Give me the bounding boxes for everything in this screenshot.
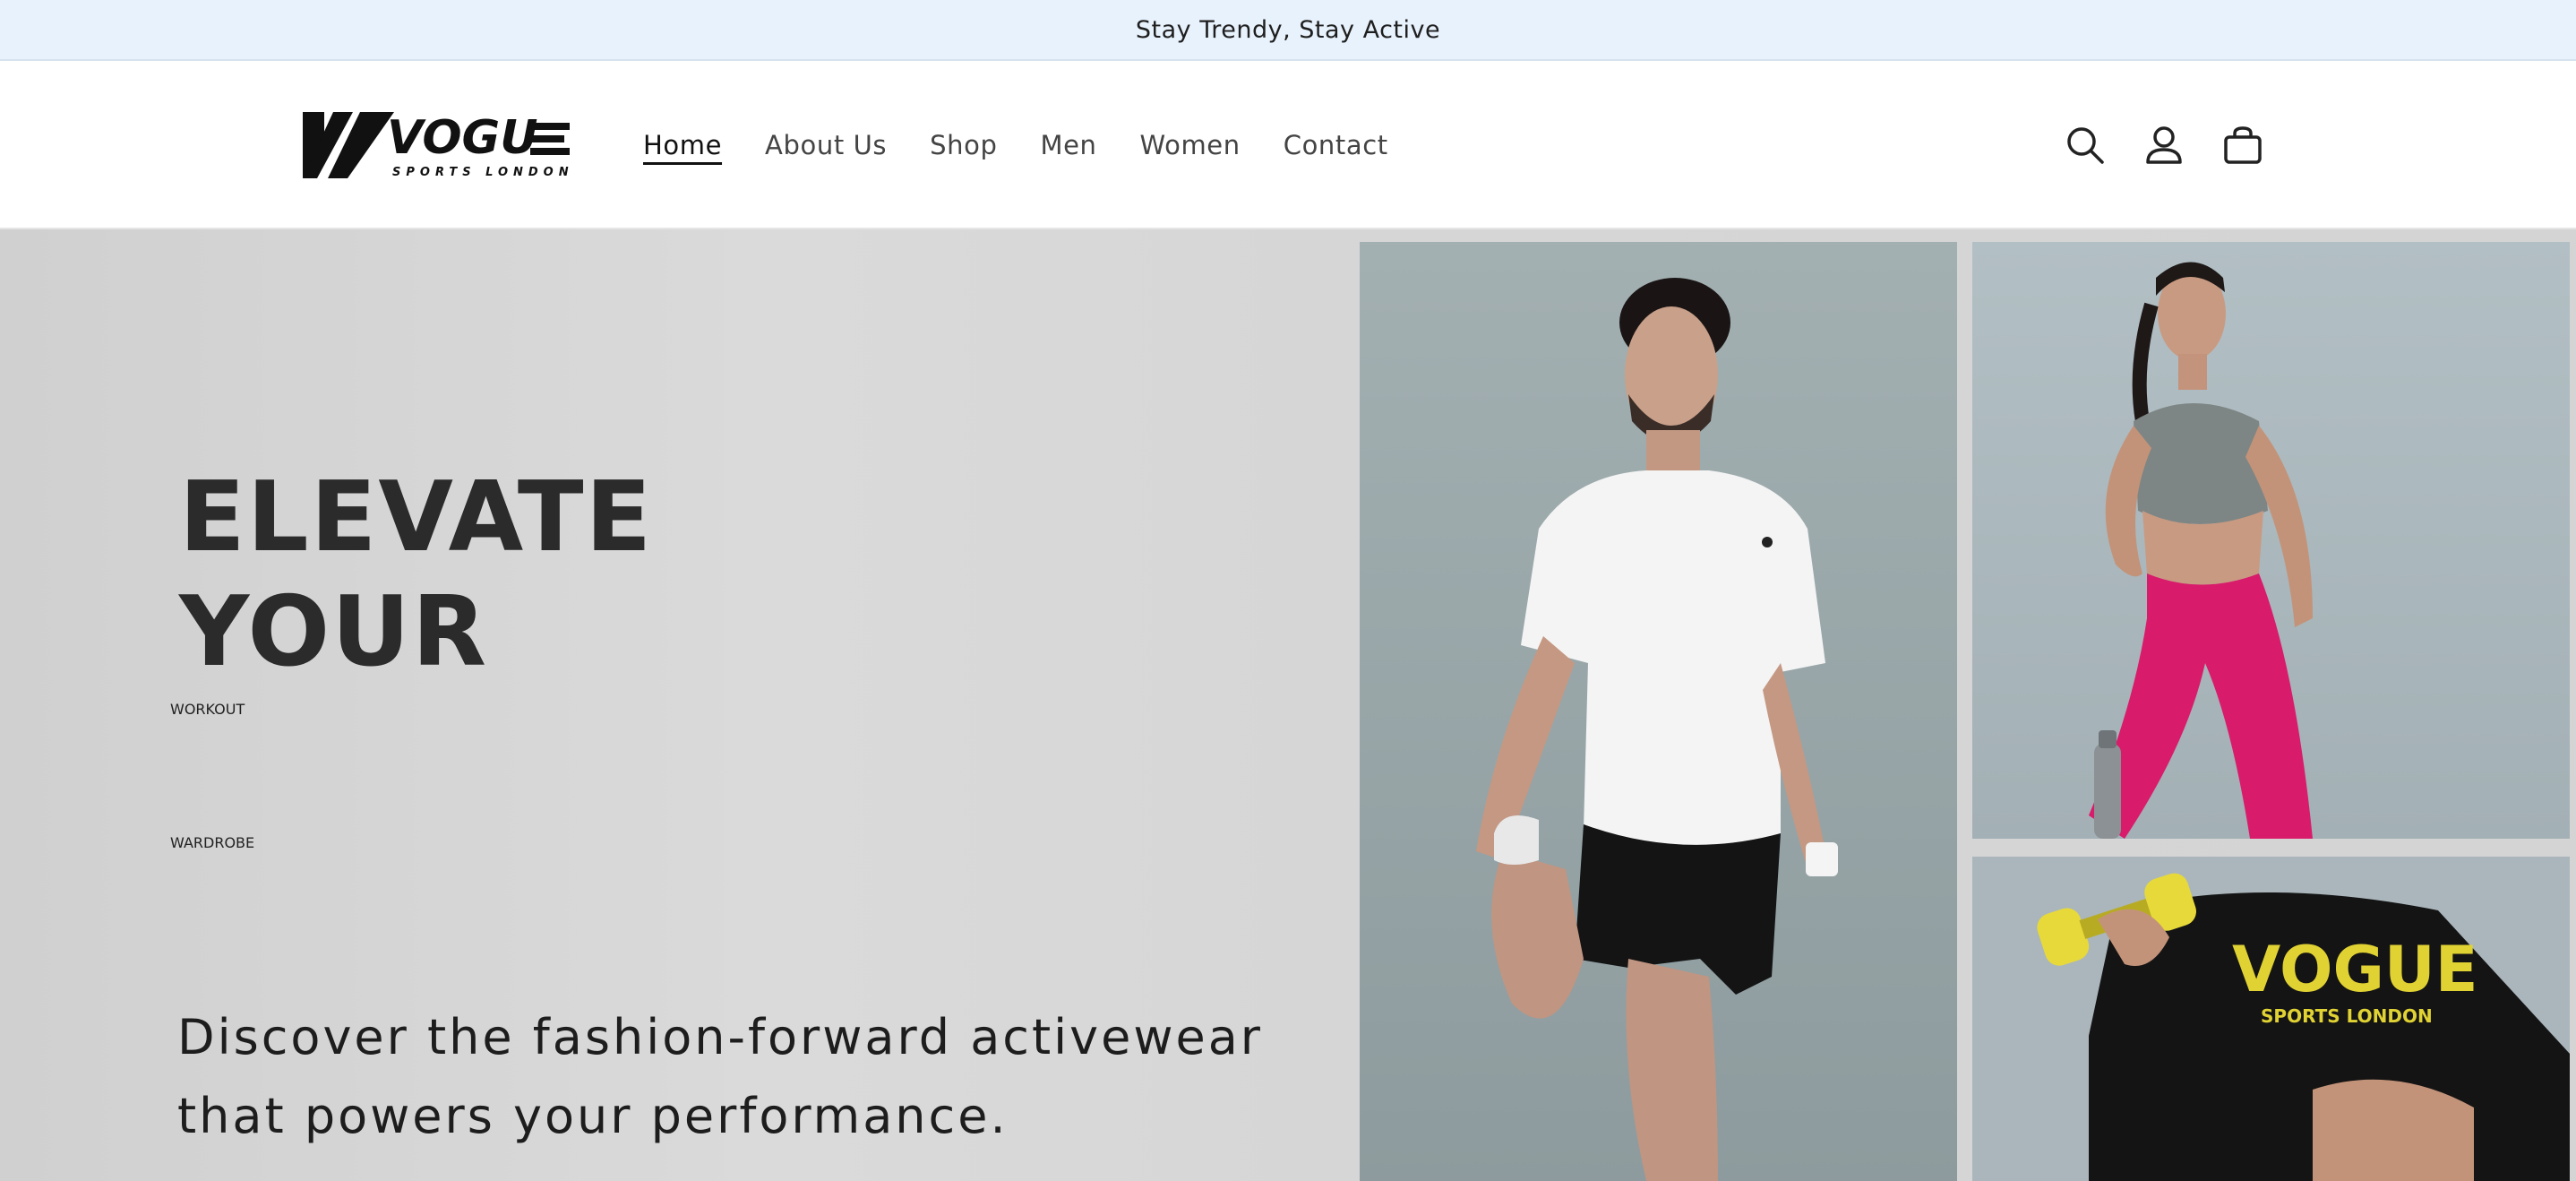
nav-women[interactable]: Women (1140, 130, 1241, 160)
shirt-print-brand: VOGUE (2232, 933, 2478, 1006)
nav-shop[interactable]: Shop (930, 130, 997, 160)
hero-subtext: Discover the fashion-forward activewear … (177, 1009, 1264, 1144)
hero-line-your: YOUR (179, 576, 489, 688)
nav-home[interactable]: Home (643, 130, 722, 160)
nav-contact[interactable]: Contact (1284, 130, 1388, 160)
hero-headline: ELEVATE YOUR (179, 461, 653, 690)
hero-photo-tee[interactable]: VOGUE SPORTS LONDON (1972, 857, 2570, 1181)
hero-highlight-wardrobe: WARDROBE (170, 834, 255, 851)
hero-line-elevate: ELEVATE (179, 461, 654, 573)
hero-highlight-workout: WORKOUT (170, 701, 245, 718)
svg-text:SPORTS LONDON: SPORTS LONDON (392, 166, 574, 179)
site-header: VOGU SPORTS LONDON Home About Us Shop Me… (0, 61, 2576, 229)
brand-logo[interactable]: VOGU SPORTS LONDON (301, 108, 575, 180)
nav-about-us[interactable]: About Us (765, 130, 887, 160)
nav-men[interactable]: Men (1040, 130, 1096, 160)
hero-photo-woman[interactable] (1972, 242, 2570, 839)
hero-banner: ELEVATE YOUR WORKOUT WARDROBE Discover t… (0, 229, 2576, 1181)
announcement-text: Stay Trendy, Stay Active (1135, 15, 1441, 44)
shirt-print-tagline: SPORTS LONDON (2261, 1005, 2433, 1027)
main-nav: Home About Us Shop Men Women Contact (643, 61, 1431, 229)
hero-photo-man[interactable] (1360, 242, 1957, 1181)
cart-icon[interactable] (2218, 120, 2268, 170)
header-icons (2060, 120, 2297, 170)
search-icon[interactable] (2060, 120, 2110, 170)
account-icon[interactable] (2139, 120, 2189, 170)
announcement-bar: Stay Trendy, Stay Active (0, 0, 2576, 61)
svg-text:VOGU: VOGU (387, 111, 537, 165)
